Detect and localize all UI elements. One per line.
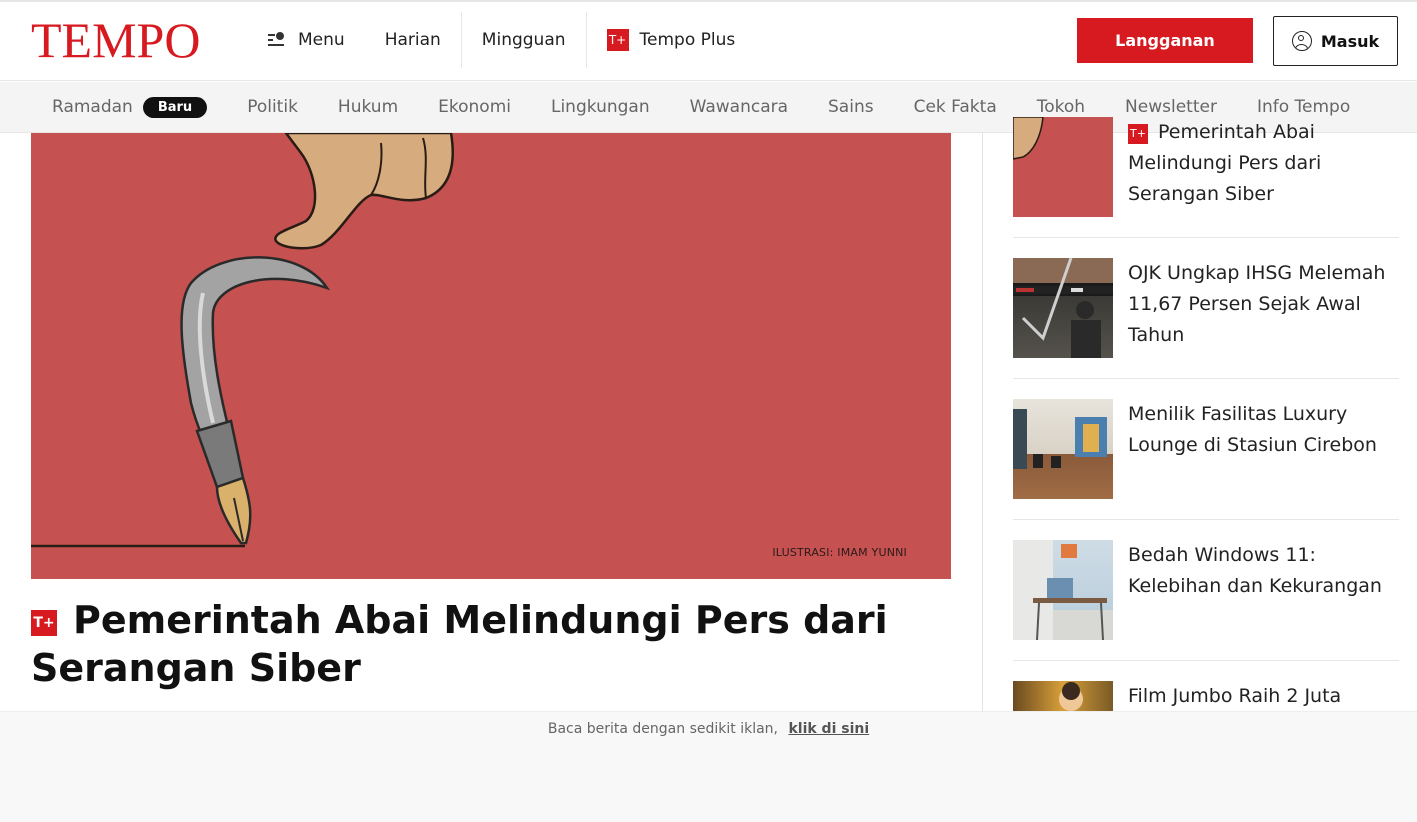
hero-headline[interactable]: T+ Pemerintah Abai Melindungi Pers dari S… <box>31 596 931 692</box>
category-wawancara[interactable]: Wawancara <box>690 97 788 117</box>
ad-notice-text: Baca berita dengan sedikit iklan, <box>547 721 778 737</box>
ad-notice-bar: Baca berita dengan sedikit iklan, klik d… <box>0 711 1417 822</box>
category-ramadan-label: Ramadan <box>52 97 133 117</box>
article-thumbnail <box>1013 399 1113 499</box>
sidebar-article-title: T+ Pemerintah Abai Melindungi Pers dari S… <box>1128 117 1399 217</box>
sidebar-article-title: Bedah Windows 11: Kelebihan dan Kekurang… <box>1128 544 1382 597</box>
ad-notice-link[interactable]: klik di sini <box>788 721 869 737</box>
login-label: Masuk <box>1320 31 1380 51</box>
sidebar-divider <box>1013 660 1399 661</box>
nav-harian[interactable]: Harian <box>365 12 461 68</box>
menu-search-icon <box>268 32 286 48</box>
menu-button[interactable]: Menu <box>248 12 365 68</box>
category-hukum[interactable]: Hukum <box>338 97 398 117</box>
hero-headline-text: Pemerintah Abai Melindungi Pers dari Ser… <box>31 598 888 690</box>
category-cek-fakta[interactable]: Cek Fakta <box>914 97 997 117</box>
header-nav: Menu Harian Mingguan T+ Tempo Plus <box>248 12 755 68</box>
pen-hand-thumbnail <box>1013 117 1044 160</box>
sidebar-article-title: Menilik Fasilitas Luxury Lounge di Stasi… <box>1128 403 1377 456</box>
nav-mingguan[interactable]: Mingguan <box>460 12 586 68</box>
login-button[interactable]: Masuk <box>1273 16 1398 66</box>
menu-label: Menu <box>298 30 345 50</box>
new-badge: Baru <box>142 96 208 118</box>
sidebar-article-3[interactable]: Menilik Fasilitas Luxury Lounge di Stasi… <box>1013 399 1399 499</box>
nav-tempo-plus[interactable]: T+ Tempo Plus <box>585 12 756 68</box>
sidebar-article-title-text: Pemerintah Abai Melindungi Pers dari Ser… <box>1128 121 1322 205</box>
ad-notice: Baca berita dengan sedikit iklan, klik d… <box>0 721 1417 737</box>
sidebar-divider <box>1013 378 1399 379</box>
category-politik[interactable]: Politik <box>247 97 298 117</box>
category-ramadan[interactable]: Ramadan Baru <box>52 96 208 118</box>
user-icon <box>1291 31 1312 51</box>
category-sains[interactable]: Sains <box>828 97 874 117</box>
category-newsletter[interactable]: Newsletter <box>1125 97 1217 117</box>
article-thumbnail <box>1013 258 1113 358</box>
sidebar-article-4[interactable]: Bedah Windows 11: Kelebihan dan Kekurang… <box>1013 540 1399 640</box>
laptop-desk-thumbnail <box>1013 540 1107 640</box>
sidebar-article-1[interactable]: T+ Pemerintah Abai Melindungi Pers dari S… <box>1013 117 1399 217</box>
sidebar-article-title: OJK Ungkap IHSG Melemah 11,67 Persen Sej… <box>1128 262 1386 346</box>
sidebar-divider <box>1013 237 1399 238</box>
site-header: TEMPO Menu Harian Mingguan T+ Tempo Plus… <box>0 0 1417 81</box>
category-lingkungan[interactable]: Lingkungan <box>551 97 650 117</box>
column-divider <box>982 133 983 711</box>
subscribe-button[interactable]: Langganan <box>1077 18 1253 63</box>
article-thumbnail <box>1013 540 1113 640</box>
category-ekonomi[interactable]: Ekonomi <box>438 97 511 117</box>
tempo-plus-icon: T+ <box>606 29 629 51</box>
illustration-credit: ILUSTRASI: IMAM YUNNI <box>772 546 907 559</box>
pen-illustration <box>31 133 454 548</box>
sidebar-divider <box>1013 519 1399 520</box>
sidebar-article-2[interactable]: OJK Ungkap IHSG Melemah 11,67 Persen Sej… <box>1013 258 1399 358</box>
tempo-plus-icon: T+ <box>1128 123 1148 144</box>
tempo-logo[interactable]: TEMPO <box>31 14 200 66</box>
tempo-plus-label: Tempo Plus <box>639 30 736 50</box>
lounge-thumbnail <box>1013 409 1107 469</box>
article-thumbnail <box>1013 117 1113 217</box>
category-tokoh[interactable]: Tokoh <box>1037 97 1085 117</box>
category-info-tempo[interactable]: Info Tempo <box>1257 97 1350 117</box>
stock-board-thumbnail <box>1013 258 1113 358</box>
hero-illustration[interactable]: ILUSTRASI: IMAM YUNNI <box>31 133 951 579</box>
tempo-plus-icon: T+ <box>31 610 57 636</box>
